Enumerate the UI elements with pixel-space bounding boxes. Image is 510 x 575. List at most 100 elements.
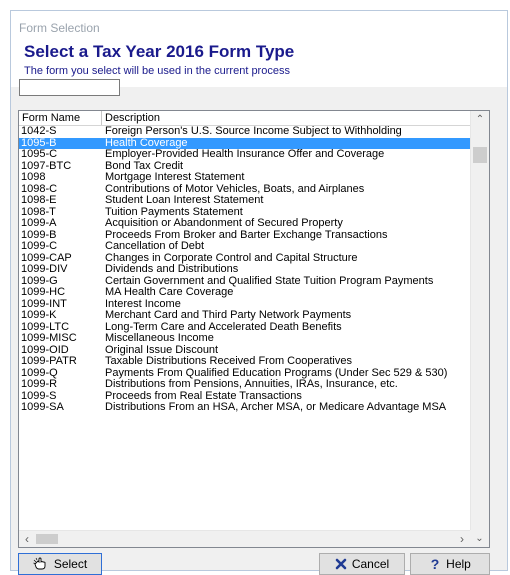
- page-subtitle: The form you select will be used in the …: [24, 65, 290, 77]
- list-header: Form Name Description: [19, 111, 470, 126]
- scroll-down-icon[interactable]: ⌄: [470, 530, 489, 547]
- form-name-cell: 1099-C: [21, 241, 58, 252]
- form-name-cell: 1099-DIV: [21, 264, 68, 275]
- form-name-cell: 1097-BTC: [21, 160, 72, 172]
- table-row[interactable]: 1099-INT Interest Income: [19, 299, 470, 311]
- table-row[interactable]: 1099-B Proceeds From Broker and Barter Ex…: [19, 230, 470, 242]
- table-row[interactable]: 1042-S Foreign Person's U.S. Source Incom…: [19, 126, 470, 138]
- form-name-cell: 1099-CAP: [21, 252, 72, 264]
- table-row[interactable]: 1099-OID Original Issue Discount: [19, 345, 470, 357]
- description-cell: Mortgage Interest Statement: [105, 172, 245, 183]
- horizontal-scroll-thumb[interactable]: [36, 534, 58, 544]
- description-cell: Interest Income: [105, 298, 181, 310]
- table-row[interactable]: 1098-C Contributions of Motor Vehicles, B…: [19, 184, 470, 196]
- page-title: Select a Tax Year 2016 Form Type: [24, 42, 295, 61]
- x-icon: [335, 558, 347, 570]
- form-name-cell: 1099-Q: [21, 367, 58, 379]
- table-row[interactable]: 1099-G Certain Government and Qualified S…: [19, 276, 470, 288]
- description-cell: Employer-Provided Health Insurance Offer…: [105, 149, 385, 160]
- vertical-scrollbar[interactable]: ⌃: [470, 111, 489, 530]
- description-cell: Long-Term Care and Accelerated Death Ben…: [105, 321, 342, 333]
- select-button-label: Select: [53, 557, 88, 571]
- table-row[interactable]: 1099-CAP Changes in Corporate Control and…: [19, 253, 470, 265]
- form-name-cell: 1095-B: [21, 137, 57, 149]
- description-cell: Merchant Card and Third Party Network Pa…: [105, 310, 352, 321]
- form-name-cell: 1099-SA: [21, 402, 64, 413]
- description-cell: Distributions from Pensions, Annuities, …: [105, 379, 398, 390]
- table-row[interactable]: 1098-E Student Loan Interest Statement: [19, 195, 470, 207]
- table-row[interactable]: 1097-BTC Bond Tax Credit: [19, 161, 470, 173]
- list-rows: 1042-S Foreign Person's U.S. Source Incom…: [19, 126, 470, 526]
- description-cell: Foreign Person's U.S. Source Income Subj…: [105, 126, 402, 137]
- form-name-cell: 1099-R: [21, 379, 58, 390]
- column-header-form-name[interactable]: Form Name: [19, 111, 102, 125]
- form-name-cell: 1099-G: [21, 275, 58, 287]
- description-cell: Student Loan Interest Statement: [105, 195, 264, 206]
- description-cell: Taxable Distributions Received From Coop…: [105, 356, 352, 367]
- form-name-cell: 1099-MISC: [21, 333, 77, 344]
- form-name-cell: 1099-INT: [21, 298, 67, 310]
- cancel-button-label: Cancel: [351, 557, 390, 571]
- form-name-cell: 1099-B: [21, 229, 57, 241]
- description-cell: Proceeds From Broker and Barter Exchange…: [105, 229, 388, 241]
- hand-pointer-icon: [33, 557, 49, 571]
- scroll-left-icon[interactable]: ‹: [19, 531, 35, 547]
- table-row[interactable]: 1099-C Cancellation of Debt: [19, 241, 470, 253]
- description-cell: MA Health Care Coverage: [105, 287, 234, 298]
- description-cell: Cancellation of Debt: [105, 241, 205, 252]
- form-name-cell: 1099-OID: [21, 344, 69, 356]
- description-cell: Certain Government and Qualified State T…: [105, 275, 434, 287]
- table-row[interactable]: 1099-SA Distributions From an HSA, Archer…: [19, 402, 470, 414]
- description-cell: Contributions of Motor Vehicles, Boats, …: [105, 183, 365, 195]
- horizontal-scrollbar[interactable]: ‹ ›: [19, 530, 470, 547]
- form-name-cell: 1099-A: [21, 218, 57, 229]
- vertical-scroll-thumb[interactable]: [473, 147, 487, 163]
- form-list[interactable]: Form Name Description 1042-S Foreign Pers…: [18, 110, 490, 548]
- form-name-cell: 1099-HC: [21, 287, 66, 298]
- form-name-cell: 1099-S: [21, 390, 57, 402]
- form-name-cell: 1098-C: [21, 183, 58, 195]
- table-row[interactable]: 1099-HC MA Health Care Coverage: [19, 287, 470, 299]
- search-input[interactable]: [19, 79, 120, 96]
- cancel-button[interactable]: Cancel: [319, 553, 405, 575]
- table-row[interactable]: 1095-C Employer-Provided Health Insurance…: [19, 149, 470, 161]
- form-name-cell: 1099-PATR: [21, 356, 77, 367]
- form-name-cell: 1095-C: [21, 149, 58, 160]
- table-row[interactable]: 1099-A Acquisition or Abandonment of Secu…: [19, 218, 470, 230]
- form-name-cell: 1099-LTC: [21, 321, 70, 333]
- form-name-cell: 1042-S: [21, 126, 57, 137]
- column-header-description[interactable]: Description: [102, 111, 470, 125]
- window-title: Form Selection: [19, 21, 100, 35]
- form-name-cell: 1098-T: [21, 206, 56, 218]
- table-row[interactable]: 1099-S Proceeds from Real Estate Transact…: [19, 391, 470, 403]
- question-mark-icon: ?: [429, 557, 441, 571]
- help-button-label: Help: [446, 557, 471, 571]
- description-cell: Original Issue Discount: [105, 344, 219, 356]
- description-cell: Acquisition or Abandonment of Secured Pr…: [105, 218, 343, 229]
- description-cell: Distributions From an HSA, Archer MSA, o…: [105, 402, 447, 413]
- scroll-right-icon[interactable]: ›: [454, 531, 470, 547]
- table-row[interactable]: 1099-Q Payments From Qualified Education …: [19, 368, 470, 380]
- description-cell: Tuition Payments Statement: [105, 206, 243, 218]
- table-row[interactable]: 1098-T Tuition Payments Statement: [19, 207, 470, 219]
- description-cell: Dividends and Distributions: [105, 264, 239, 275]
- table-row[interactable]: 1099-PATR Taxable Distributions Received …: [19, 356, 470, 368]
- description-cell: Health Coverage: [105, 137, 188, 149]
- description-cell: Bond Tax Credit: [105, 160, 184, 172]
- table-row[interactable]: 1099-K Merchant Card and Third Party Netw…: [19, 310, 470, 322]
- form-name-cell: 1098: [21, 172, 46, 183]
- svg-text:?: ?: [431, 557, 440, 571]
- table-row[interactable]: 1095-B Health Coverage: [19, 137, 470, 149]
- scroll-up-icon[interactable]: ⌃: [471, 111, 489, 128]
- table-row[interactable]: 1099-DIV Dividends and Distributions: [19, 264, 470, 276]
- title-bar: Form Selection: [11, 11, 507, 41]
- table-row[interactable]: 1099-MISC Miscellaneous Income: [19, 333, 470, 345]
- form-name-cell: 1098-E: [21, 195, 57, 206]
- select-button[interactable]: Select: [18, 553, 102, 575]
- help-button[interactable]: ? Help: [410, 553, 490, 575]
- table-row[interactable]: 1099-LTC Long-Term Care and Accelerated D…: [19, 322, 470, 334]
- table-row[interactable]: 1099-R Distributions from Pensions, Annui…: [19, 379, 470, 391]
- table-row[interactable]: 1098 Mortgage Interest Statement: [19, 172, 470, 184]
- description-cell: Proceeds from Real Estate Transactions: [105, 390, 302, 402]
- form-name-cell: 1099-K: [21, 310, 57, 321]
